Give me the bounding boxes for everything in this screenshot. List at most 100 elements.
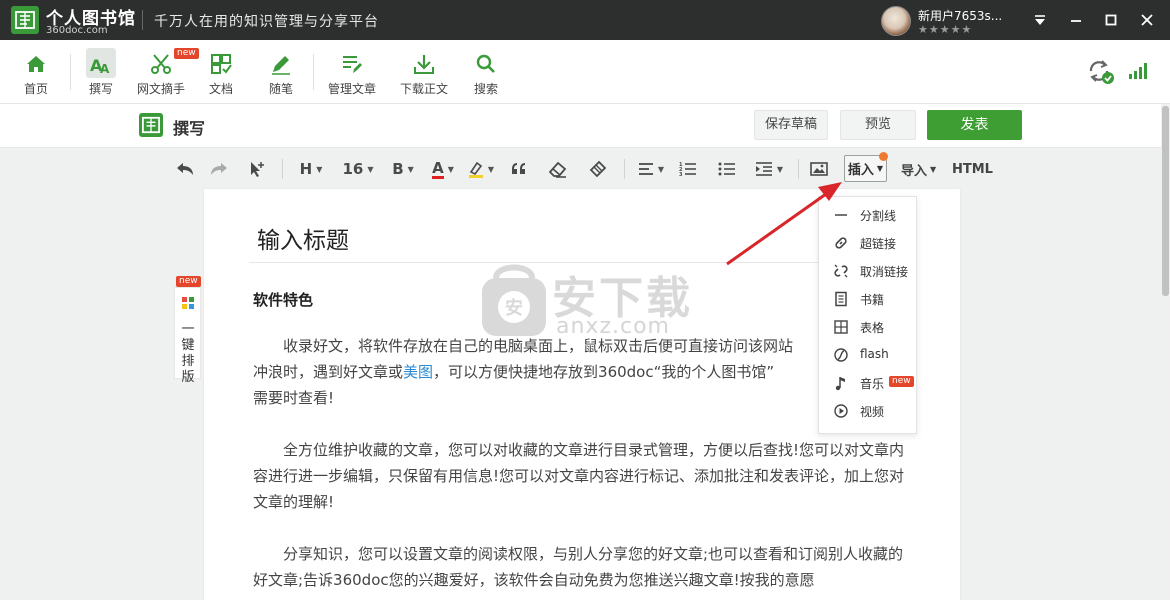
toolbar-search[interactable]: 搜索 [466,40,506,104]
image-icon [810,162,828,176]
highlight-dropdown[interactable]: ▼ [466,157,496,181]
app-logo-icon [11,6,39,34]
toolbar-documents[interactable]: 文档 [201,40,241,104]
html-button[interactable]: HTML [952,157,993,181]
quote-button[interactable] [508,157,530,181]
highlighter-icon [468,161,483,178]
title-input[interactable]: 输入标题 [257,221,349,255]
unordered-list-button[interactable] [716,157,738,181]
image-button[interactable] [808,157,830,181]
insert-menu-item-divider[interactable]: 分割线 [819,201,918,229]
toolbar-write-label: 撰写 [88,82,113,96]
insert-menu-item-unlink[interactable]: 取消链接 [819,257,918,285]
new-badge: new [176,276,201,287]
maximize-button[interactable] [1101,10,1121,30]
menu-dropdown-button[interactable] [1030,10,1050,30]
home-icon [27,56,45,72]
insert-menu-item-label: 表格 [860,321,885,335]
app-domain: 360doc.com [46,25,108,36]
one-click-layout-panel[interactable]: 一键排版 [174,287,201,385]
app-slogan: 千万人在用的知识管理与分享平台 [154,14,379,30]
toolbar-notes[interactable]: 随笔 [261,40,301,104]
manage-icon [343,56,362,73]
publish-button[interactable]: 发表 [927,110,1022,140]
bold-dropdown[interactable]: B ▼ [388,157,418,181]
book-icon [835,291,847,307]
unordered-list-icon [718,162,735,176]
write-icon: AA [90,56,110,76]
insert-menu-item-flash[interactable]: flash [819,341,918,369]
toolbar-manage-articles[interactable]: 管理文章 [325,40,379,104]
font-color-dropdown[interactable]: A ▼ [428,157,458,181]
image-link[interactable]: 美图 [403,363,433,381]
redo-button[interactable] [208,157,230,181]
insert-menu-item-link[interactable]: 超链接 [819,229,918,257]
link-icon [835,237,847,249]
insert-menu-item-label: 超链接 [860,237,897,251]
toolbar-web-clipper[interactable]: 网文摘手 new [134,40,199,104]
maximize-icon [1105,14,1117,26]
eraser-icon [548,161,567,178]
save-draft-button[interactable]: 保存草稿 [754,110,828,140]
svg-text:A: A [100,62,110,76]
redo-icon [211,163,227,175]
username[interactable]: 新用户7653s... [918,7,1002,24]
caret-down-icon: ▼ [367,164,374,174]
insert-menu-item-label: flash [860,347,889,361]
caret-down-icon: ▼ [447,164,454,174]
toolbar-write[interactable]: AA 撰写 [80,40,122,104]
preview-button[interactable]: 预览 [840,110,916,140]
font-size-dropdown[interactable]: 16 ▼ [340,157,376,181]
watermark-shield-icon: 安 [482,264,546,336]
insert-menu-item-label: 视频 [860,405,885,419]
indent-icon [755,162,772,176]
format-separator [798,159,799,179]
new-badge: new [889,376,914,387]
insert-menu-item-table[interactable]: 表格 [819,313,918,341]
caret-down-icon: ▼ [316,164,323,174]
close-button[interactable] [1137,10,1157,30]
svg-text:安: 安 [505,297,523,319]
font-size-label: 16 [342,160,364,178]
insert-menu-item-label: 取消链接 [860,265,909,279]
pen-icon [272,56,290,75]
undo-button[interactable] [174,157,196,181]
menu-down-icon [1035,15,1045,25]
format-brush-button[interactable] [586,157,610,181]
scrollbar-thumb[interactable] [1162,106,1169,296]
ordered-list-icon: 123 [679,162,696,177]
toolbar-download-text[interactable]: 下载正文 [397,40,451,104]
svg-text:3: 3 [679,172,683,177]
align-dropdown[interactable]: ▼ [634,157,668,181]
import-dropdown[interactable]: 导入 ▼ [901,157,936,181]
sync-icon[interactable] [1087,59,1115,85]
undo-icon [177,163,193,175]
toolbar-search-label: 搜索 [473,82,498,96]
user-avatar[interactable] [881,6,911,36]
cursor-button[interactable] [246,157,268,181]
one-click-layout-label: 一键排版 [181,322,195,385]
toolbar-separator [313,54,314,90]
insert-menu-item-label: 音乐 [860,377,885,391]
heading-dropdown[interactable]: H ▼ [294,157,328,181]
paragraph: 全方位维护收藏的文章，您可以对收藏的文章进行目录式管理，方便以后查找!您可以对文… [253,441,905,511]
insert-menu: 分割线 超链接 取消链接 书籍 表格 flash 音乐 new 视频 [818,196,917,434]
caret-down-icon: ▼ [930,164,937,174]
caret-down-icon: ▼ [487,164,495,174]
paragraph-text: 冲浪时，遇到好文章或 [253,363,404,381]
ordered-list-button[interactable]: 123 [677,157,699,181]
indent-dropdown[interactable]: ▼ [752,157,786,181]
insert-menu-item-book[interactable]: 书籍 [819,285,918,313]
toolbar-notes-label: 随笔 [268,82,293,96]
toolbar-home[interactable]: 首页 [16,40,56,104]
insert-menu-item-music[interactable]: 音乐 new [819,369,918,397]
font-color-label: A [432,158,444,179]
minimize-button[interactable] [1066,10,1086,30]
insert-menu-item-label: 书籍 [860,293,885,307]
paragraph-text: 需要时查看! [253,389,335,407]
insert-menu-item-video[interactable]: 视频 [819,397,918,425]
paragraph-text: ，可以方便快捷地存放到360doc“我的个人图书馆” [433,363,775,381]
table-icon [834,320,848,334]
eraser-button[interactable] [546,157,570,181]
paragraph: 冲浪时，遇到好文章或美图，可以方便快捷地存放到360doc“我的个人图书馆” [253,359,913,385]
